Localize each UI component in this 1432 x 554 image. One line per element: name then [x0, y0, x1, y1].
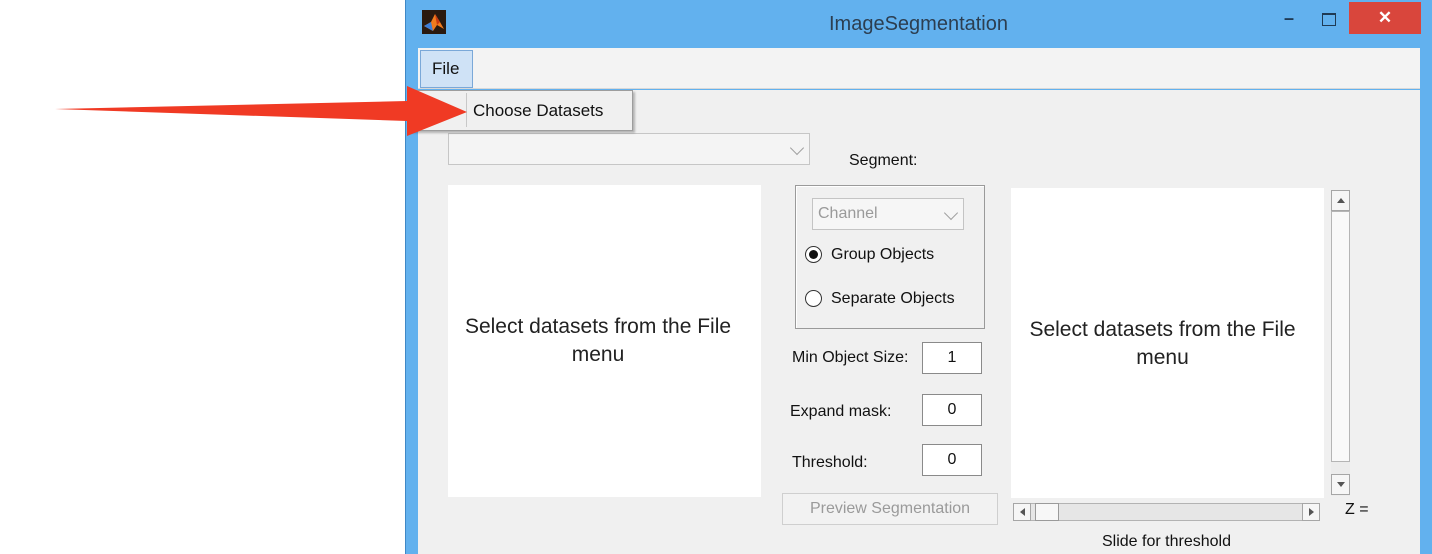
separate-objects-radio[interactable]	[805, 290, 822, 307]
expand-mask-input[interactable]: 0	[922, 394, 982, 426]
separate-objects-label[interactable]: Separate Objects	[831, 290, 955, 308]
arrow-right-icon	[1309, 508, 1314, 516]
left-axes-message: Select datasets from the File menu	[464, 315, 732, 366]
z-slider-down-button[interactable]	[1331, 474, 1350, 495]
right-axes-message: Select datasets from the File menu	[1029, 318, 1296, 369]
arrow-up-icon	[1337, 198, 1345, 203]
arrow-left-icon	[1020, 508, 1025, 516]
segment-label: Segment:	[849, 152, 918, 169]
radio-selected-dot	[809, 250, 818, 259]
dataset-select[interactable]	[448, 133, 810, 165]
channel-select-value: Channel	[818, 205, 878, 222]
channel-select[interactable]: Channel	[812, 198, 964, 230]
z-slider-up-button[interactable]	[1331, 190, 1350, 211]
menu-bar	[418, 48, 1420, 89]
maximize-button[interactable]	[1313, 8, 1343, 30]
slider-caption: Slide for threshold	[1102, 533, 1231, 550]
threshold-input[interactable]: 0	[922, 444, 982, 476]
left-image-axes: Select datasets from the File menu	[448, 185, 761, 497]
preview-segmentation-button[interactable]: Preview Segmentation	[782, 493, 998, 525]
threshold-label: Threshold:	[792, 454, 868, 471]
group-objects-radio[interactable]	[805, 246, 822, 263]
expand-mask-label: Expand mask:	[790, 403, 892, 420]
min-object-size-input[interactable]: 1	[922, 342, 982, 374]
chevron-down-icon	[789, 140, 805, 156]
annotation-arrow-icon	[55, 86, 467, 136]
threshold-slider[interactable]	[1013, 503, 1320, 521]
minimize-button[interactable]: –	[1273, 8, 1305, 30]
min-object-size-label: Min Object Size:	[792, 349, 909, 366]
close-button[interactable]: ✕	[1349, 2, 1421, 34]
threshold-slider-thumb[interactable]	[1035, 503, 1059, 521]
z-label: Z =	[1345, 501, 1369, 518]
arrow-down-icon	[1337, 482, 1345, 487]
chevron-down-icon	[943, 205, 959, 221]
threshold-slider-right-button[interactable]	[1302, 503, 1320, 521]
group-objects-label[interactable]: Group Objects	[831, 246, 934, 264]
right-image-axes: Select datasets from the File menu	[1011, 188, 1324, 498]
threshold-slider-left-button[interactable]	[1013, 503, 1031, 521]
z-slider-thumb[interactable]	[1331, 211, 1350, 462]
maximize-icon	[1322, 13, 1336, 26]
